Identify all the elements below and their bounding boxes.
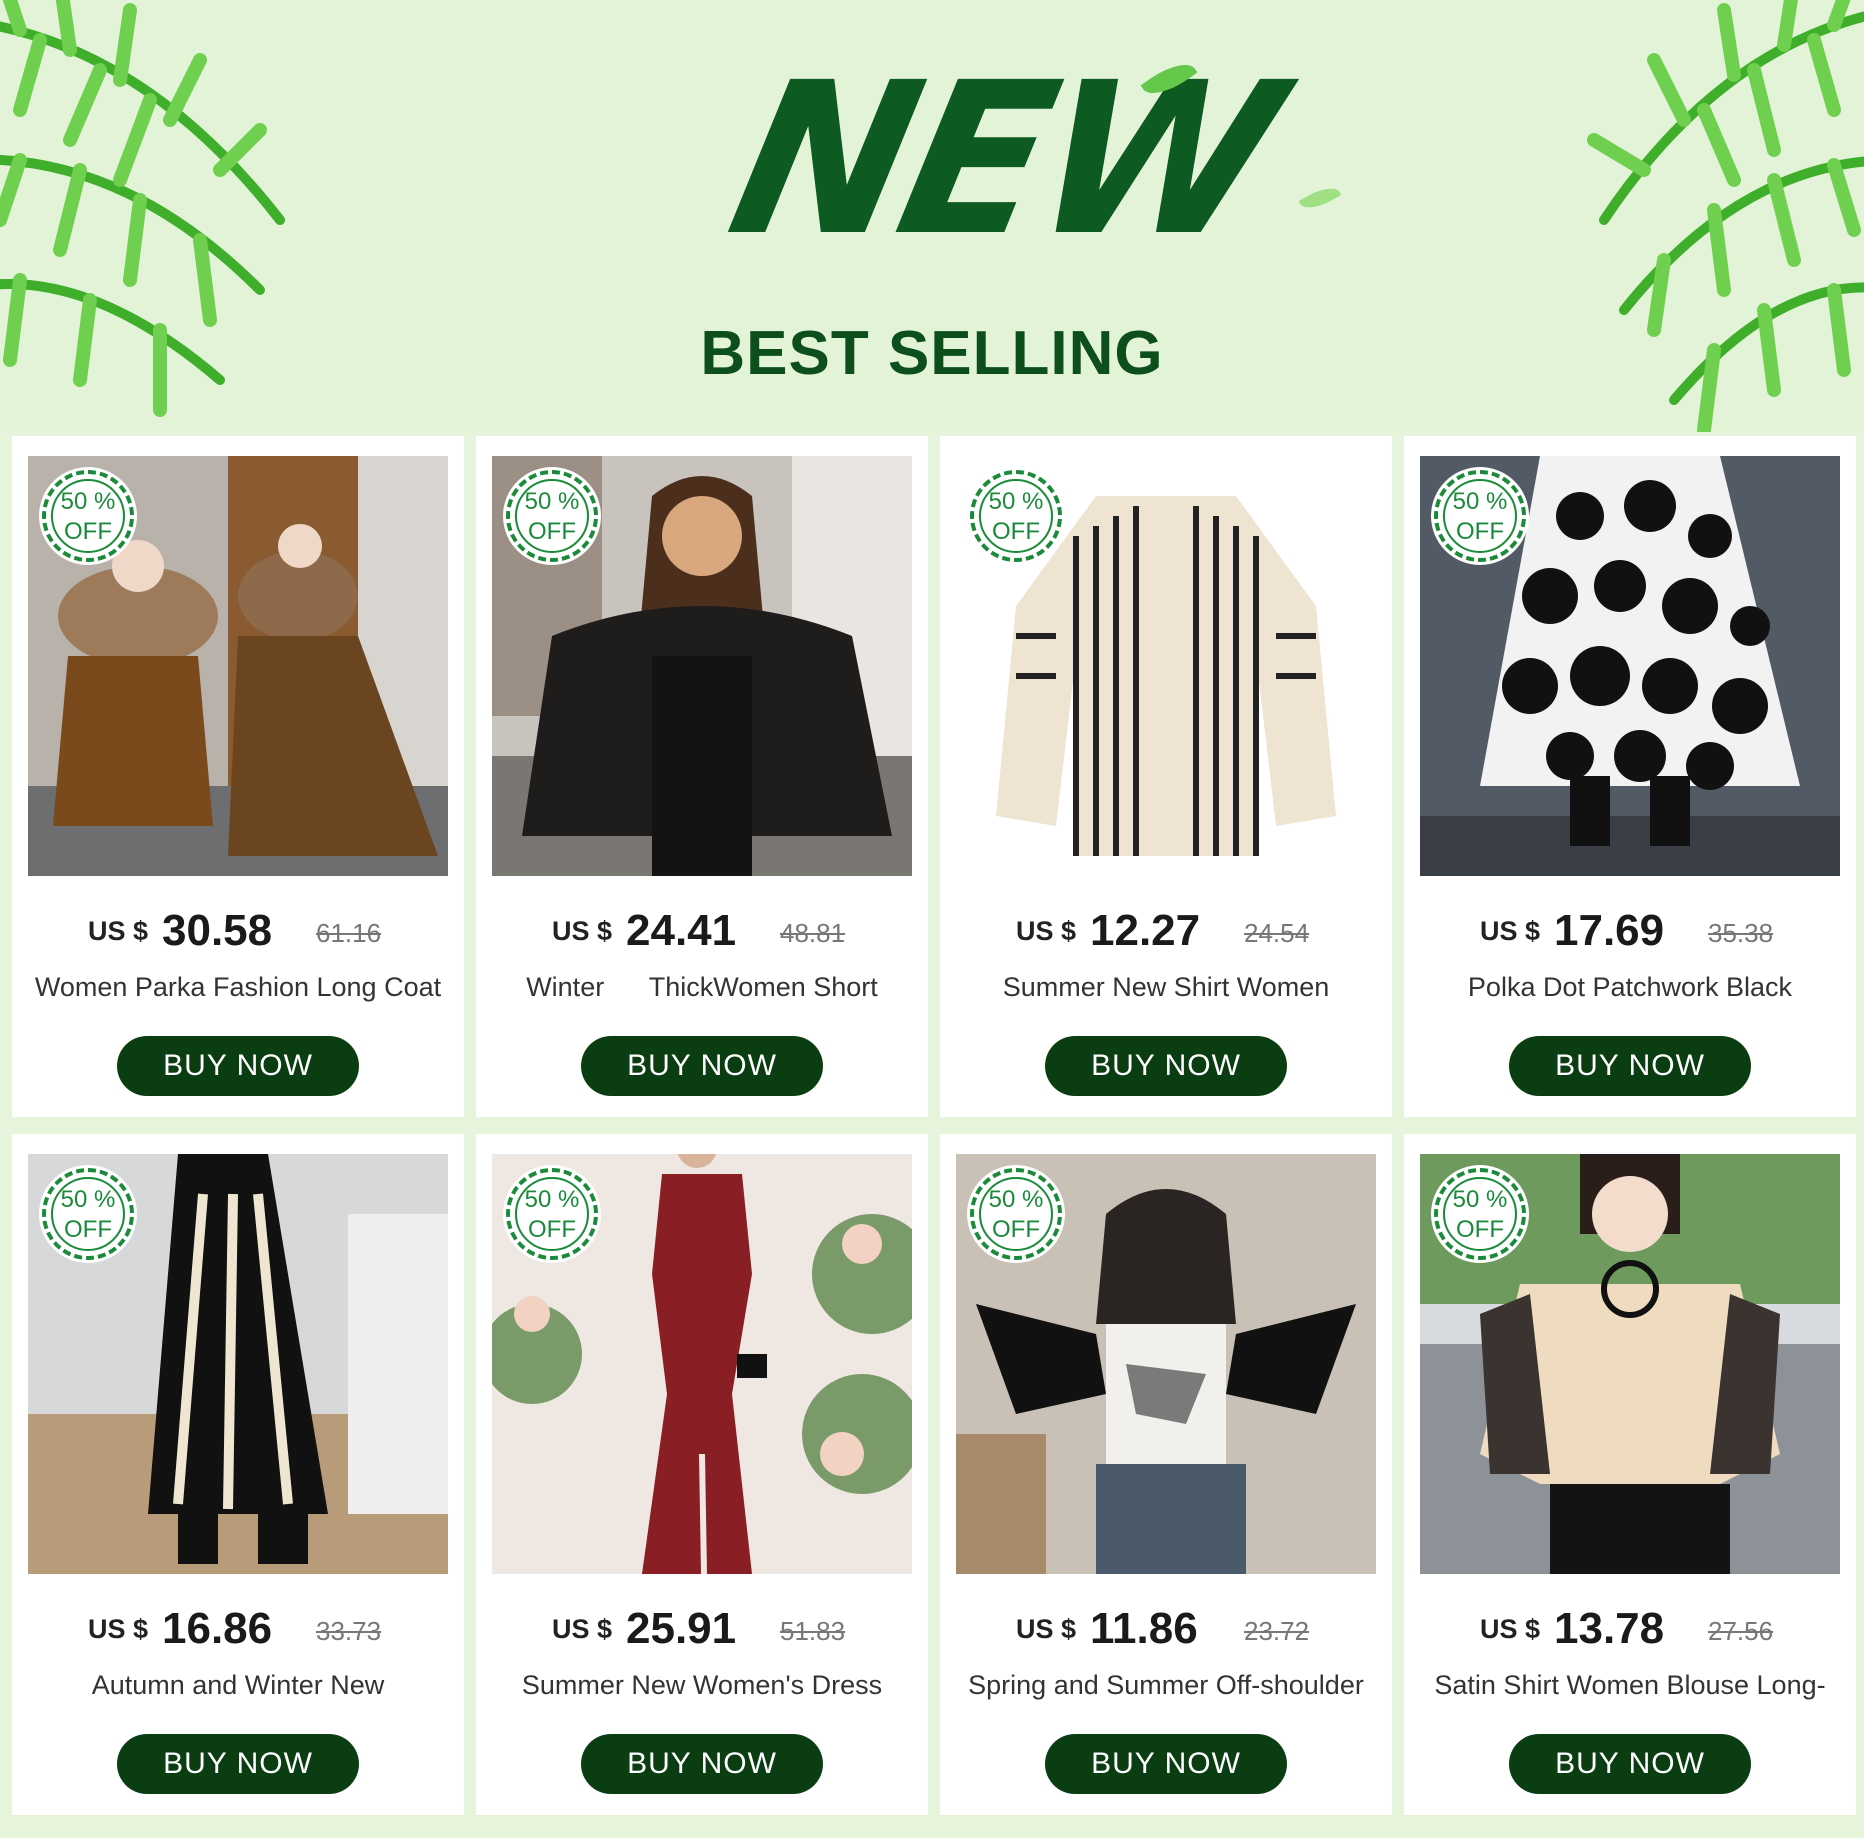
- badge-off-label: OFF: [992, 1216, 1040, 1243]
- best-selling-heading: BEST SELLING: [700, 319, 1164, 388]
- currency-label: US $: [88, 916, 149, 946]
- price-row: US $ 16.86 33.73: [12, 1604, 464, 1654]
- original-price: 35.38: [1708, 918, 1774, 948]
- product-image[interactable]: 50 % OFF: [1420, 456, 1840, 876]
- badge-percent: 50 %: [524, 488, 580, 515]
- sale-price: 30.58: [162, 906, 273, 955]
- buy-now-button[interactable]: BUY NOW: [581, 1734, 823, 1794]
- badge-percent: 50 %: [524, 1186, 580, 1213]
- product-card[interactable]: 50 % OFF US $ 13.78 27.56 Satin Shirt Wo…: [1404, 1134, 1856, 1815]
- discount-badge: 50 % OFF: [506, 1168, 598, 1260]
- currency-label: US $: [1016, 1614, 1077, 1644]
- product-title[interactable]: Spring and Summer Off-shoulder: [948, 1670, 1384, 1710]
- product-title[interactable]: Women Parka Fashion Long Coat: [20, 972, 456, 1012]
- original-price: 33.73: [316, 1616, 382, 1646]
- discount-badge: 50 % OFF: [1434, 470, 1526, 562]
- original-price: 51.83: [780, 1616, 846, 1646]
- original-price: 48.81: [780, 918, 846, 948]
- original-price: 61.16: [316, 918, 382, 948]
- badge-percent: 50 %: [1452, 488, 1508, 515]
- buy-now-button[interactable]: BUY NOW: [1045, 1036, 1287, 1096]
- buy-now-button[interactable]: BUY NOW: [1045, 1734, 1287, 1794]
- sale-price: 11.86: [1090, 1604, 1198, 1653]
- product-title[interactable]: Winter ThickWomen Short: [484, 972, 920, 1012]
- banner-header: NEW BEST SELLING: [0, 0, 1864, 432]
- product-title[interactable]: Satin Shirt Women Blouse Long-: [1412, 1670, 1848, 1710]
- sale-price: 12.27: [1090, 906, 1201, 955]
- badge-percent: 50 %: [1452, 1186, 1508, 1213]
- badge-off-label: OFF: [528, 518, 576, 545]
- price-row: US $ 30.58 61.16: [12, 906, 464, 956]
- currency-label: US $: [1480, 1614, 1541, 1644]
- buy-now-button[interactable]: BUY NOW: [581, 1036, 823, 1096]
- currency-label: US $: [88, 1614, 149, 1644]
- product-image[interactable]: 50 % OFF: [492, 1154, 912, 1574]
- sale-price: 13.78: [1554, 1604, 1665, 1653]
- product-image[interactable]: 50 % OFF: [1420, 1154, 1840, 1574]
- buy-now-button[interactable]: BUY NOW: [1509, 1734, 1751, 1794]
- sale-price: 16.86: [162, 1604, 273, 1653]
- discount-badge: 50 % OFF: [42, 1168, 134, 1260]
- price-row: US $ 11.86 23.72: [940, 1604, 1392, 1654]
- buy-now-button[interactable]: BUY NOW: [117, 1734, 359, 1794]
- price-row: US $ 12.27 24.54: [940, 906, 1392, 956]
- buy-now-button[interactable]: BUY NOW: [1509, 1036, 1751, 1096]
- currency-label: US $: [552, 1614, 613, 1644]
- badge-off-label: OFF: [64, 518, 112, 545]
- currency-label: US $: [552, 916, 613, 946]
- new-logo-text: NEW: [712, 37, 1292, 282]
- badge-off-label: OFF: [64, 1216, 112, 1243]
- badge-percent: 50 %: [988, 488, 1044, 515]
- badge-percent: 50 %: [60, 1186, 116, 1213]
- product-card[interactable]: 50 % OFF US $ 16.86 33.73 Autumn and Win…: [12, 1134, 464, 1815]
- badge-off-label: OFF: [992, 518, 1040, 545]
- product-title[interactable]: Summer New Shirt Women: [948, 972, 1384, 1012]
- product-card[interactable]: 50 % OFF US $ 24.41 48.81 Winter ThickWo…: [476, 436, 928, 1117]
- badge-off-label: OFF: [528, 1216, 576, 1243]
- product-image[interactable]: 50 % OFF: [28, 1154, 448, 1574]
- price-row: US $ 24.41 48.81: [476, 906, 928, 956]
- badge-percent: 50 %: [60, 488, 116, 515]
- original-price: 27.56: [1708, 1616, 1774, 1646]
- price-row: US $ 17.69 35.38: [1404, 906, 1856, 956]
- product-image[interactable]: 50 % OFF: [956, 1154, 1376, 1574]
- new-logo: NEW: [680, 37, 1342, 300]
- price-row: US $ 13.78 27.56: [1404, 1604, 1856, 1654]
- product-title[interactable]: Autumn and Winter New: [20, 1670, 456, 1710]
- currency-label: US $: [1016, 916, 1077, 946]
- buy-now-button[interactable]: BUY NOW: [117, 1036, 359, 1096]
- product-card[interactable]: 50 % OFF US $ 30.58 61.16 Women Parka Fa…: [12, 436, 464, 1117]
- product-card[interactable]: 50 % OFF US $ 25.91 51.83 Summer New Wom…: [476, 1134, 928, 1815]
- badge-off-label: OFF: [1456, 1216, 1504, 1243]
- product-card[interactable]: 50 % OFF US $ 17.69 35.38 Polka Dot Patc…: [1404, 436, 1856, 1117]
- discount-badge: 50 % OFF: [1434, 1168, 1526, 1260]
- currency-label: US $: [1480, 916, 1541, 946]
- original-price: 24.54: [1244, 918, 1310, 948]
- original-price: 23.72: [1244, 1616, 1310, 1646]
- sale-price: 25.91: [626, 1604, 737, 1653]
- discount-badge: 50 % OFF: [506, 470, 598, 562]
- sale-price: 17.69: [1554, 906, 1665, 955]
- product-card[interactable]: 50 % OFF US $ 12.27 24.54 Summer New Shi…: [940, 436, 1392, 1117]
- product-card[interactable]: 50 % OFF US $ 11.86 23.72 Spring and Sum…: [940, 1134, 1392, 1815]
- product-title[interactable]: Summer New Women's Dress: [484, 1670, 920, 1710]
- product-image[interactable]: 50 % OFF: [956, 456, 1376, 876]
- product-image[interactable]: 50 % OFF: [492, 456, 912, 876]
- badge-off-label: OFF: [1456, 518, 1504, 545]
- badge-percent: 50 %: [988, 1186, 1044, 1213]
- discount-badge: 50 % OFF: [970, 1168, 1062, 1260]
- discount-badge: 50 % OFF: [970, 470, 1062, 562]
- price-row: US $ 25.91 51.83: [476, 1604, 928, 1654]
- product-image[interactable]: 50 % OFF: [28, 456, 448, 876]
- discount-badge: 50 % OFF: [42, 470, 134, 562]
- sale-price: 24.41: [626, 906, 737, 955]
- product-title[interactable]: Polka Dot Patchwork Black: [1412, 972, 1848, 1012]
